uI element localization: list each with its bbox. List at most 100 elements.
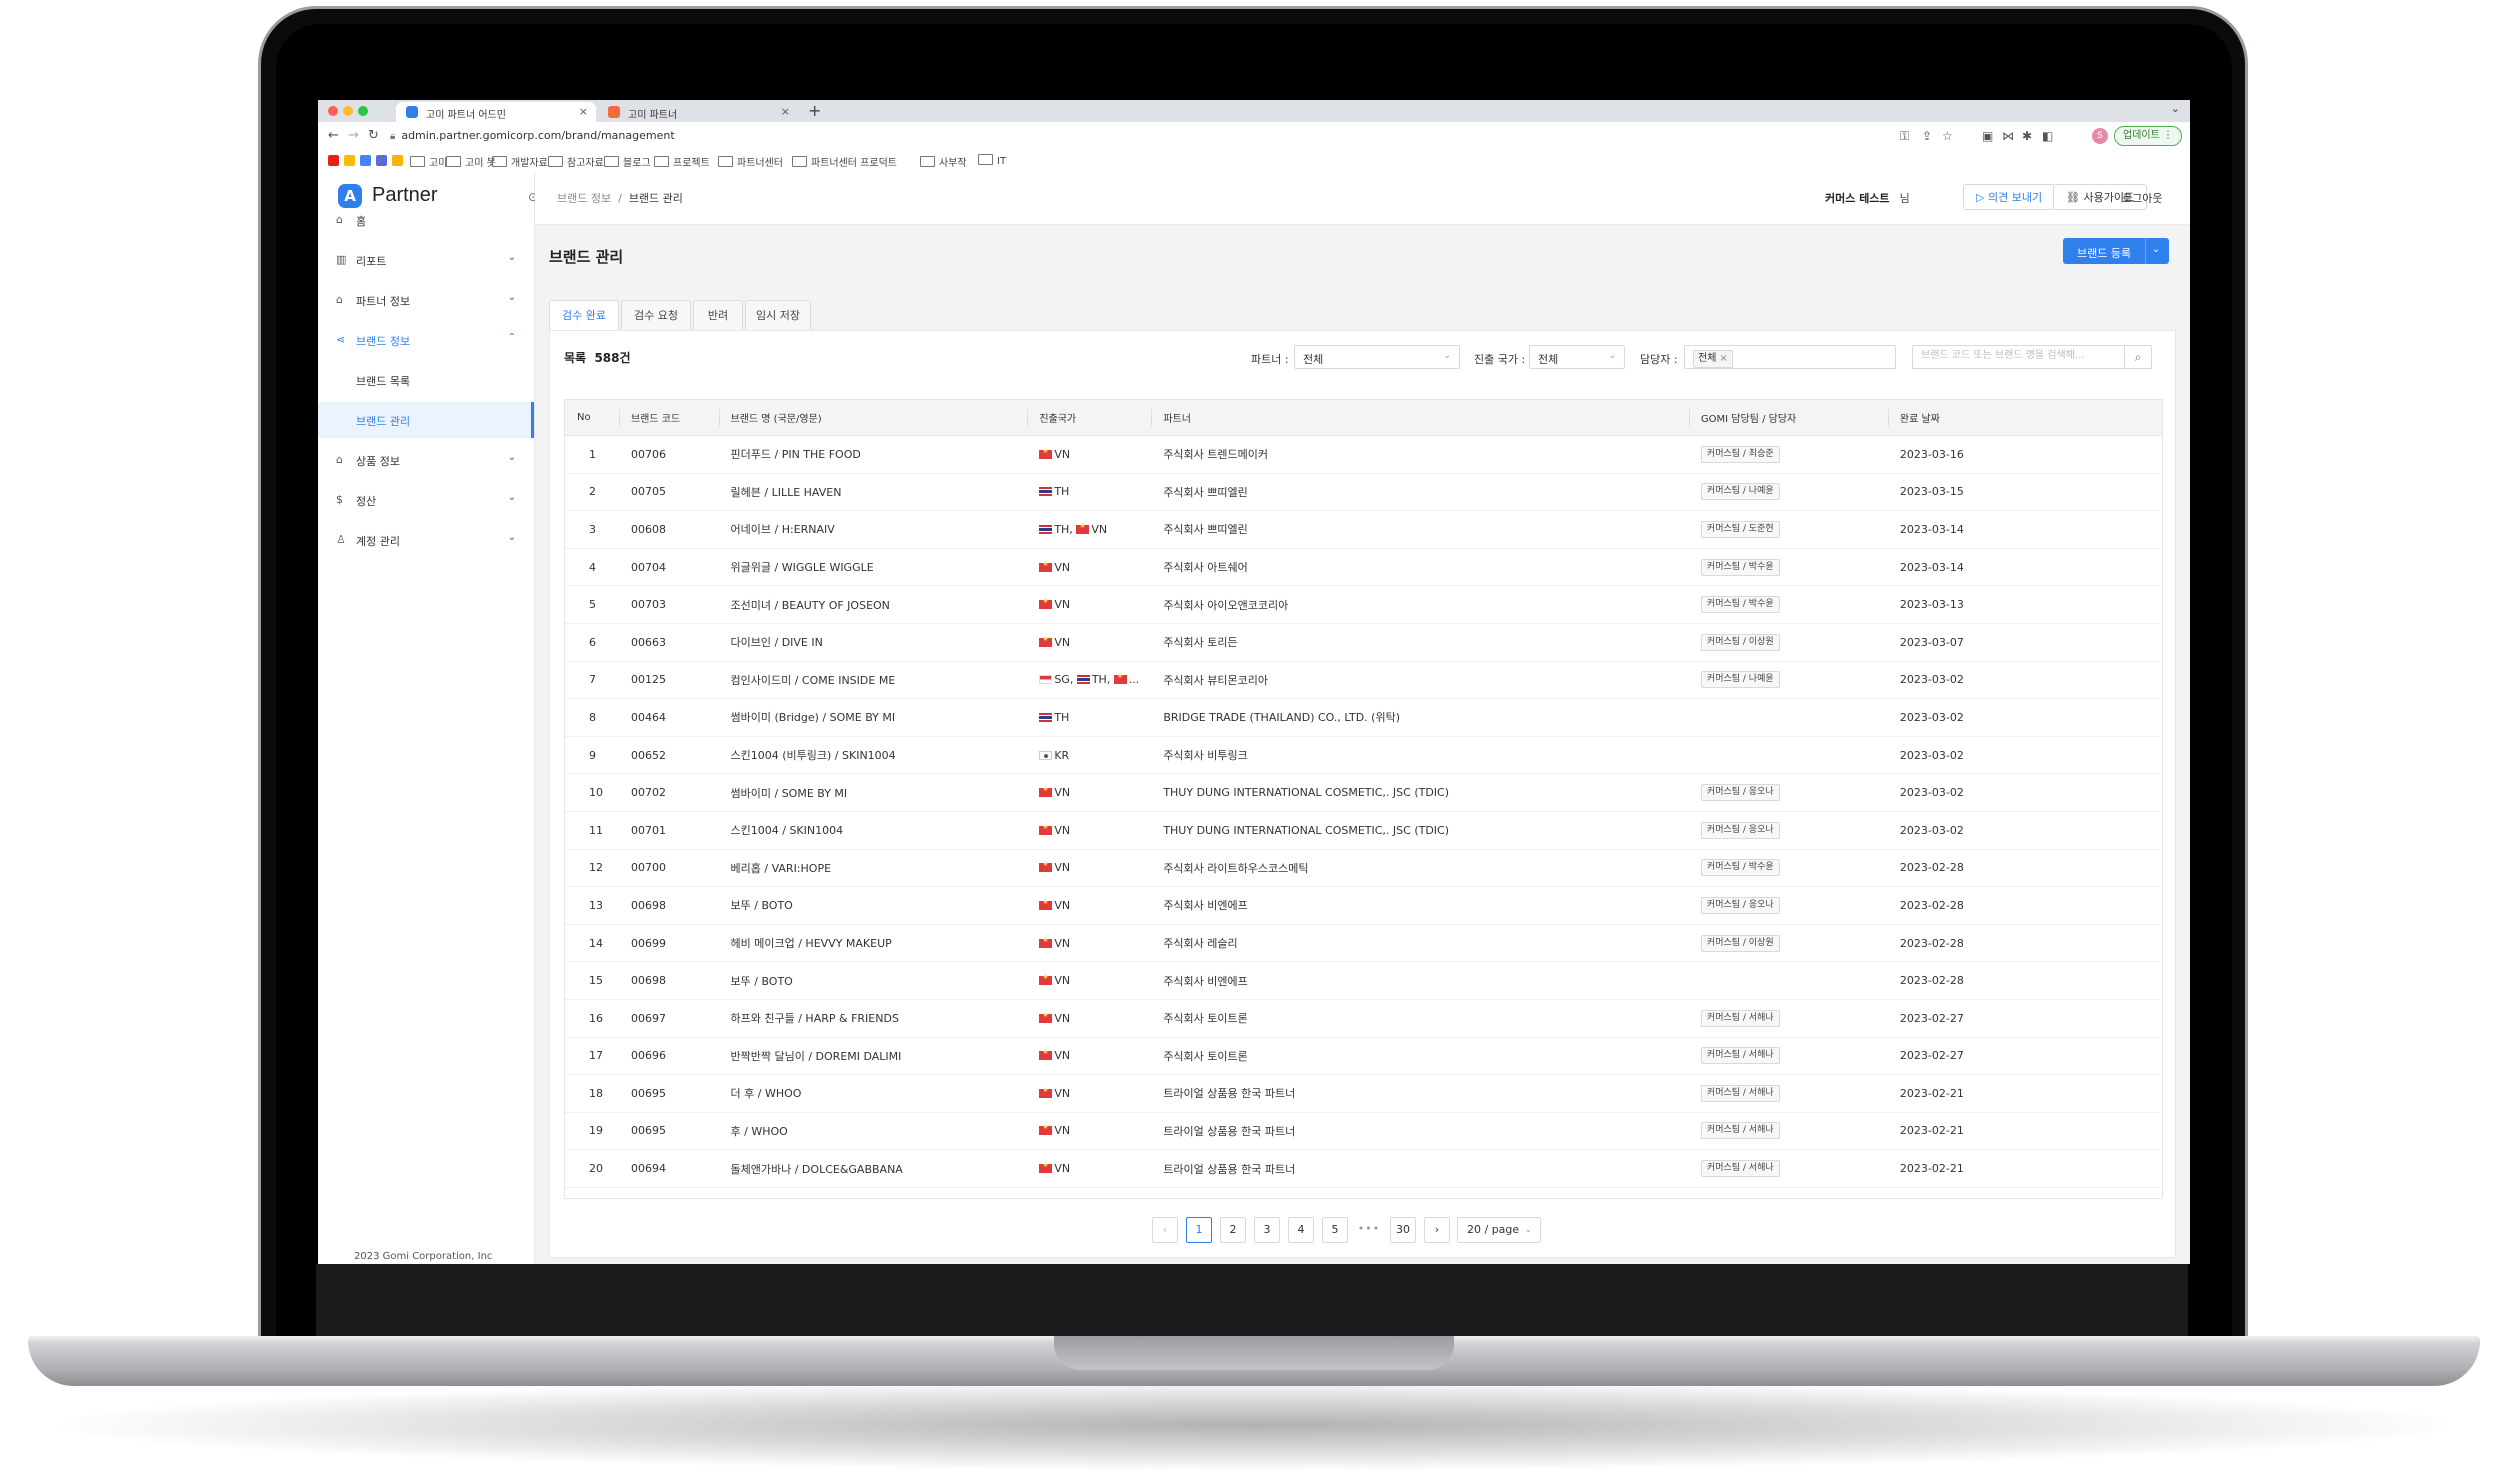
back-icon[interactable]: ←	[328, 128, 339, 143]
minimize-window-button[interactable]	[343, 106, 353, 116]
table-row[interactable]: 1500698보뚜 / BOTO VN 주식회사 비엔에프 2023-02-28	[565, 961, 2162, 1000]
profile-avatar[interactable]: S	[2092, 128, 2108, 144]
table-row[interactable]: 1600697하프와 친구들 / HARP & FRIENDS VN 주식회사 토이…	[565, 999, 2162, 1038]
table-row[interactable]: 1200700베리홉 / VARI:HOPE VN 주식회사 라이트하우스코스메틱 커…	[565, 849, 2162, 888]
bookmark-folder[interactable]: 블로그	[604, 154, 651, 169]
bookmark-folder[interactable]: 파트너센터 프로덕트	[792, 154, 897, 169]
page-button[interactable]: 4	[1288, 1217, 1314, 1243]
bookmark-folder[interactable]: 파트너센터	[718, 154, 783, 169]
bookmark-folder[interactable]: 고미	[410, 154, 447, 169]
tab-approved[interactable]: 검수 완료	[549, 300, 619, 331]
table-row[interactable]: 1900695후 / WHOO VN 트라이얼 상품용 한국 파트너 커머스팀 / 서…	[565, 1112, 2162, 1151]
list-title: 목록	[564, 351, 587, 365]
key-icon[interactable]: ⚿	[1900, 129, 1909, 144]
table-row[interactable]: 1000702썸바이미 / SOME BY MI VN THUY DUNG INTE…	[565, 773, 2162, 812]
user-name: 커머스 테스트	[1825, 192, 1890, 205]
completion-date: 2023-03-02	[1887, 773, 2162, 812]
table-row[interactable]: 2000694돌체앤가바나 / DOLCE&GABBANA VN 트라이얼 상품용 …	[565, 1149, 2162, 1188]
page-size-select[interactable]: 20 / page ⌄	[1457, 1217, 1541, 1243]
table-row[interactable]: 1300698보뚜 / BOTO VN 주식회사 비엔에프 커머스팀 / 응오나 202…	[565, 886, 2162, 925]
bookmark-folder[interactable]: 개발자료	[492, 154, 548, 169]
table-row[interactable]: 1800695더 후 / WHOO VN 트라이얼 상품용 한국 파트너 커머스팀 /…	[565, 1074, 2162, 1113]
table-row[interactable]: 300608어네이브 / H:ERNAIVTH, VN주식회사 쁘띠엘린커머스팀…	[565, 510, 2162, 549]
search-icon[interactable]: ⌕	[2124, 346, 2151, 368]
breadcrumb-item[interactable]: 브랜드 정보	[557, 192, 611, 205]
url-field[interactable]: 🔒︎ admin.partner.gomicorp.com/brand/manag…	[390, 129, 675, 142]
table-row[interactable]: 400704위글위글 / WIGGLE WIGGLE VN 주식회사 아트쉐어 커머스…	[565, 548, 2162, 587]
translate-icon[interactable]	[360, 155, 371, 166]
page-button[interactable]: 5	[1322, 1217, 1348, 1243]
tab-review-requested[interactable]: 검수 요청	[621, 300, 691, 330]
page-button[interactable]: 2	[1220, 1217, 1246, 1243]
prev-page-button[interactable]: ‹	[1152, 1217, 1178, 1243]
chevron-down-icon[interactable]: ⌄	[2152, 244, 2160, 255]
browser-tab-partner[interactable]: 고미 파트너 ×	[598, 102, 798, 122]
forward-icon[interactable]: →	[348, 128, 359, 143]
maximize-window-button[interactable]	[358, 106, 368, 116]
sidebar-item-home[interactable]: ⌂ 홈	[318, 202, 534, 238]
manager-filter-select[interactable]: 전체 ×	[1684, 345, 1896, 369]
sidebar-item-brand-list[interactable]: 브랜드 목록	[318, 362, 534, 398]
country-cell: TH	[1027, 698, 1152, 737]
tab-search-icon[interactable]: ⌄	[2171, 102, 2180, 115]
bookmark-icon[interactable]	[344, 155, 355, 166]
table-row[interactable]: 700125컴인사이드미 / COME INSIDE MESG, TH, ...…	[565, 661, 2162, 700]
chevron-down-icon: ⌄	[507, 292, 516, 303]
close-tab-icon[interactable]: ×	[781, 105, 790, 118]
tab-rejected[interactable]: 반려	[693, 300, 743, 330]
sidebar-item-partner-info[interactable]: ⌂ 파트너 정보 ⌄	[318, 282, 534, 318]
logout-link[interactable]: 로그아웃	[2122, 190, 2162, 206]
update-button[interactable]: 업데이트 ⋮	[2114, 126, 2182, 146]
table-row[interactable]: 8 00464 썸바이미 (Bridge) / SOME BY MI TH BRIDGE…	[565, 698, 2162, 737]
table-row[interactable]: 1100701스킨1004 / SKIN1004 VN THUY DUNG INTE…	[565, 811, 2162, 850]
page-button[interactable]: 30	[1390, 1217, 1416, 1243]
table-row[interactable]: 500703조선미녀 / BEAUTY OF JOSEON VN 주식회사 아이오앤…	[565, 585, 2162, 624]
close-tab-icon[interactable]: ×	[579, 105, 588, 118]
sidebar-icon[interactable]: ◧	[2042, 129, 2053, 143]
bookmark-folder[interactable]: 고미 봇	[446, 154, 496, 169]
bookmark-folder[interactable]: 프로젝트	[654, 154, 710, 169]
sidebar-item-report[interactable]: ▥ 리포트 ⌄	[318, 242, 534, 278]
sidebar-item-brand-info[interactable]: ⋖ 브랜드 정보 ⌃	[318, 322, 534, 358]
table-row[interactable]: 100706핀더푸드 / PIN THE FOOD VN 주식회사 트렌드메이커 커머…	[565, 435, 2162, 474]
sidebar-item-label: 홈	[356, 215, 367, 228]
tab-draft[interactable]: 임시 저장	[745, 300, 811, 330]
feedback-button[interactable]: ▷ 의견 보내기	[1963, 184, 2056, 210]
partner-filter-select[interactable]: 전체 ⌄	[1294, 345, 1460, 369]
table-row[interactable]: 2 00705 릴헤븐 / LILLE HAVEN TH 주식회사 쁘띠엘린 커머스팀 /…	[565, 473, 2162, 512]
brand-register-button[interactable]: 브랜드 등록 ⌄	[2063, 238, 2169, 264]
table-row[interactable]: 600663다이브인 / DIVE IN VN 주식회사 토리든 커머스팀 / 이상원…	[565, 623, 2162, 662]
next-page-button[interactable]: ›	[1424, 1217, 1450, 1243]
bookmark-folder[interactable]: 사부작	[920, 154, 967, 169]
puzzle-icon[interactable]: ✱	[2022, 129, 2032, 143]
bookmark-folder[interactable]: 참고자료	[548, 154, 604, 169]
sidebar-item-account[interactable]: ♙ 계정 관리 ⌄	[318, 522, 534, 558]
new-tab-icon[interactable]: +	[808, 101, 821, 120]
table-row[interactable]: 1400699헤비 메이크업 / HEVVY MAKEUP VN 주식회사 레슬리 커…	[565, 924, 2162, 963]
country-filter-select[interactable]: 전체 ⌄	[1529, 345, 1625, 369]
bookmark-folder[interactable]: IT	[978, 154, 1006, 167]
browser-tab-admin[interactable]: 고미 파트너 어드민 ×	[396, 102, 596, 122]
drive-icon[interactable]	[392, 155, 403, 166]
sidebar-item-product-info[interactable]: ⌂ 상품 정보 ⌄	[318, 442, 534, 478]
bookmark-icon[interactable]	[376, 155, 387, 166]
sidebar-item-settlement[interactable]: $ 정산 ⌄	[318, 482, 534, 518]
country-cell: VN	[1027, 623, 1152, 662]
brand-search-input[interactable]	[1919, 349, 2123, 362]
extension-icon[interactable]: ▣	[1982, 129, 1993, 143]
youtube-icon[interactable]	[328, 155, 339, 166]
sidebar-item-brand-management[interactable]: 브랜드 관리	[318, 402, 534, 438]
page-button[interactable]: 1	[1186, 1217, 1212, 1243]
page-ellipsis[interactable]: •••	[1356, 1217, 1382, 1243]
close-window-button[interactable]	[328, 106, 338, 116]
table-row[interactable]: 9 00652 스킨1004 (비투링크) / SKIN1004 KR 주식회사 비투링…	[565, 736, 2162, 775]
share-icon[interactable]: ⇪	[1922, 129, 1932, 143]
extension-icon[interactable]: ⋈	[2002, 129, 2014, 143]
star-icon[interactable]: ☆	[1942, 129, 1953, 143]
th-flag-icon	[1039, 524, 1053, 534]
page-button[interactable]: 3	[1254, 1217, 1280, 1243]
table-row[interactable]: 1700696반짝반짝 달님이 / DOREMI DALIMI VN 주식회사 토이…	[565, 1037, 2162, 1076]
remove-tag-icon[interactable]: ×	[1719, 353, 1727, 364]
reload-icon[interactable]: ↻	[368, 128, 379, 143]
th-flag-icon	[1039, 712, 1053, 722]
